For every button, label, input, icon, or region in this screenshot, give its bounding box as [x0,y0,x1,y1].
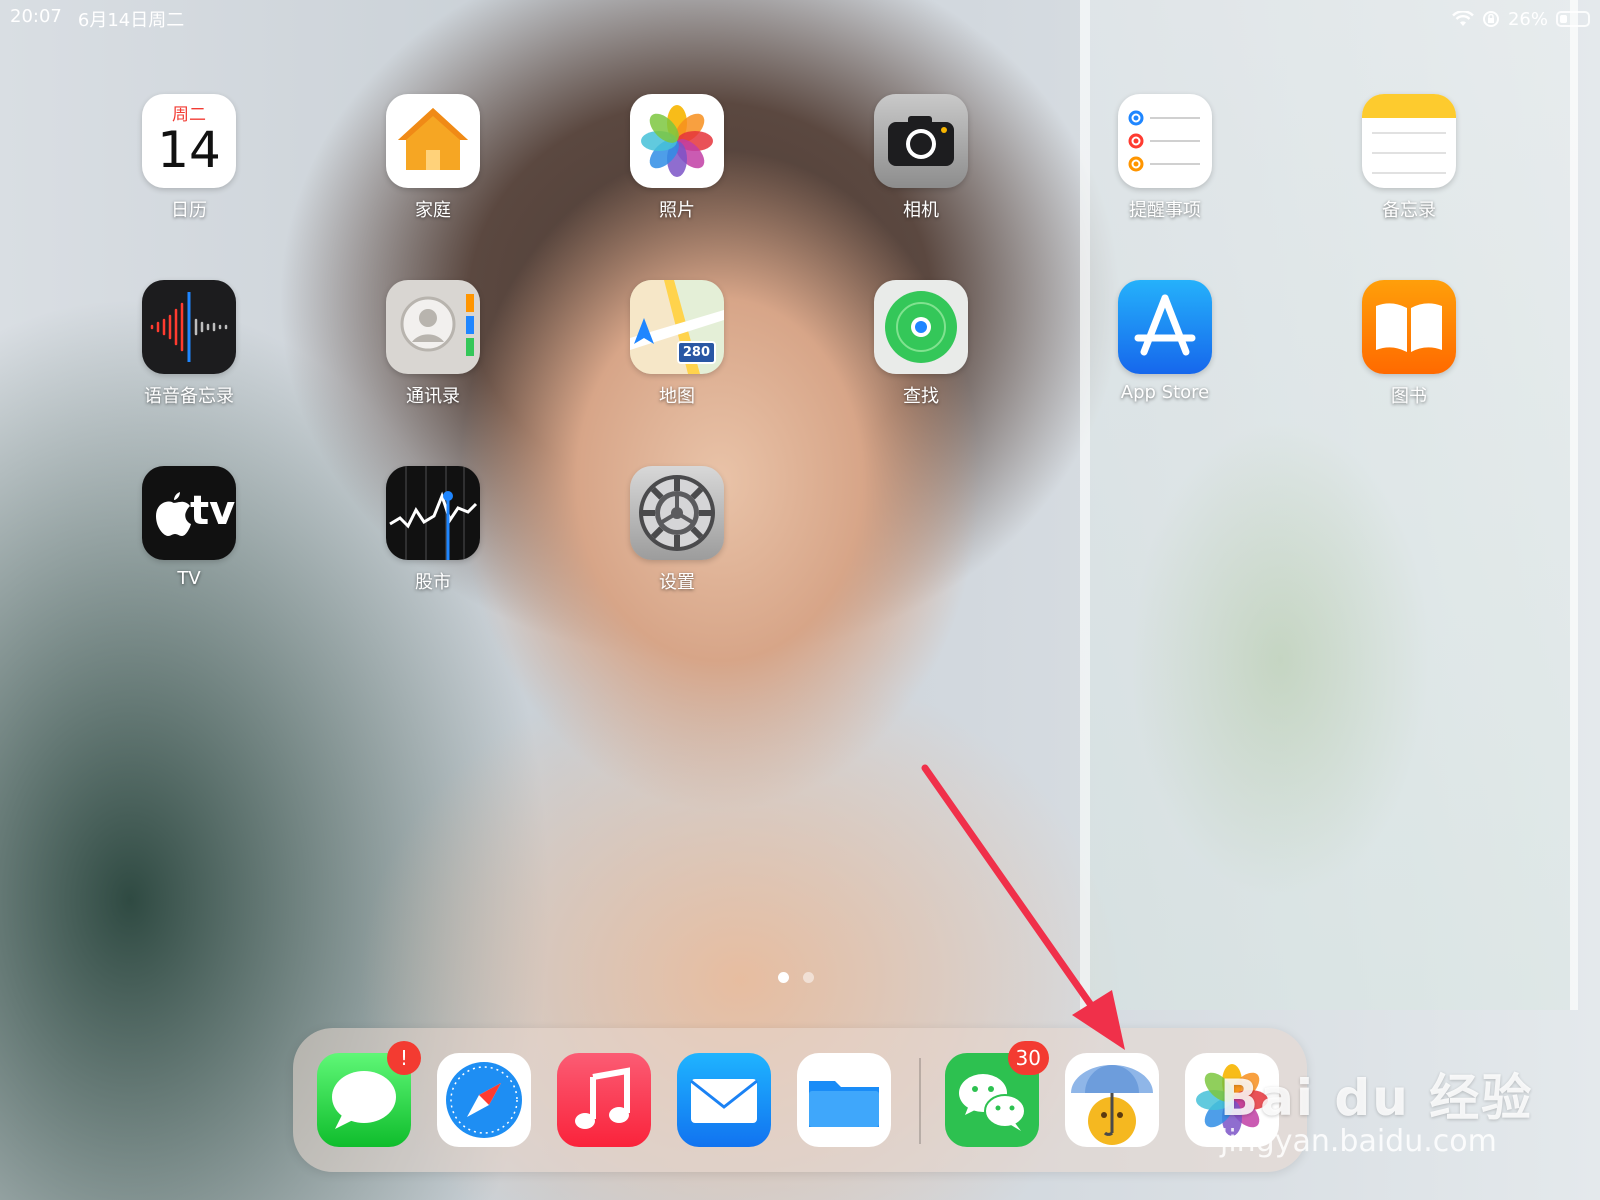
status-bar: 20:07 6月14日周二 26% [10,6,1590,32]
page-indicator[interactable] [778,972,814,983]
status-time: 20:07 [10,6,62,27]
tv-wordmark: tv [190,488,236,534]
app-label: 图书 [1391,386,1427,407]
app-label: 家庭 [415,200,451,221]
app-label: 通讯录 [406,386,460,407]
app-books[interactable]: 图书 [1324,280,1494,408]
notes-icon [1362,94,1456,188]
app-label: 提醒事项 [1129,200,1201,221]
calendar-day: 14 [157,121,221,179]
photos-icon [630,94,724,188]
music-icon [557,1053,651,1147]
battery-icon [1556,11,1590,27]
app-home[interactable]: 家庭 [348,94,518,222]
page-dot-2[interactable] [803,972,814,983]
voice-memos-icon [142,280,236,374]
dock-app-files[interactable] [797,1053,891,1147]
apple-tv-icon: tv [142,466,236,560]
maps-icon: 280 [630,280,724,374]
safari-icon [437,1053,531,1147]
app-label: 语音备忘录 [144,386,234,407]
app-label: App Store [1120,382,1210,403]
notification-badge: 30 [1007,1041,1049,1075]
calendar-icon: 周二 14 [142,94,236,188]
app-label: 日历 [171,200,207,221]
baidu-watermark: Bai du 经验 jingyan.baidu.com [1220,1058,1533,1159]
app-label: 查找 [903,386,939,407]
app-label: 设置 [659,572,695,593]
stocks-icon [386,466,480,560]
app-calendar[interactable]: 周二 14 日历 [104,94,274,222]
watermark-url: jingyan.baidu.com [1220,1124,1497,1159]
books-icon [1362,280,1456,374]
settings-icon [630,466,724,560]
wifi-icon [1452,11,1474,26]
app-label: 相机 [903,200,939,221]
app-voice-memos[interactable]: 语音备忘录 [104,280,274,408]
contacts-icon [386,280,480,374]
rotation-lock-icon [1482,11,1499,27]
app-label: 地图 [659,386,695,407]
page-dot-1[interactable] [778,972,789,983]
status-date: 6月14日周二 [77,10,185,31]
wallpaper-glow [1130,420,1430,900]
files-icon [797,1053,891,1147]
app-label: TV [177,568,201,589]
battery-fill [1560,15,1567,23]
dock-app-messages[interactable]: ! [317,1041,421,1147]
dock-app-safari[interactable] [437,1053,531,1147]
dock: ! 30 [293,1028,1307,1172]
dock-app-mail[interactable] [677,1053,771,1147]
watermark-logo: Bai du 经验 [1220,1069,1534,1127]
umbrella-weather-icon [1065,1053,1159,1147]
home-icon [386,94,480,188]
dock-app-wechat[interactable]: 30 [945,1041,1049,1147]
mail-icon [677,1053,771,1147]
app-label: 照片 [659,200,695,221]
app-maps[interactable]: 280 地图 [592,280,762,408]
notification-badge: ! [387,1041,421,1075]
app-find-my[interactable]: 查找 [836,280,1006,408]
dock-app-music[interactable] [557,1053,651,1147]
app-photos[interactable]: 照片 [592,94,762,222]
battery-percent: 26% [1507,8,1548,30]
app-camera[interactable]: 相机 [836,94,1006,222]
app-app-store[interactable]: App Store [1080,280,1250,403]
app-tv[interactable]: tv TV [104,466,274,589]
dock-separator [919,1058,921,1144]
camera-icon [874,94,968,188]
app-label: 备忘录 [1382,200,1436,221]
route-shield: 280 [676,341,716,364]
app-contacts[interactable]: 通讯录 [348,280,518,408]
dock-app-weather[interactable] [1065,1053,1159,1147]
app-store-icon [1118,280,1212,374]
app-reminders[interactable]: 提醒事项 [1080,94,1250,222]
app-label: 股市 [415,572,451,593]
app-settings[interactable]: 设置 [592,466,762,594]
app-stocks[interactable]: 股市 [348,466,518,594]
find-my-icon [874,280,968,374]
reminders-icon [1118,94,1212,188]
app-notes[interactable]: 备忘录 [1324,94,1494,222]
